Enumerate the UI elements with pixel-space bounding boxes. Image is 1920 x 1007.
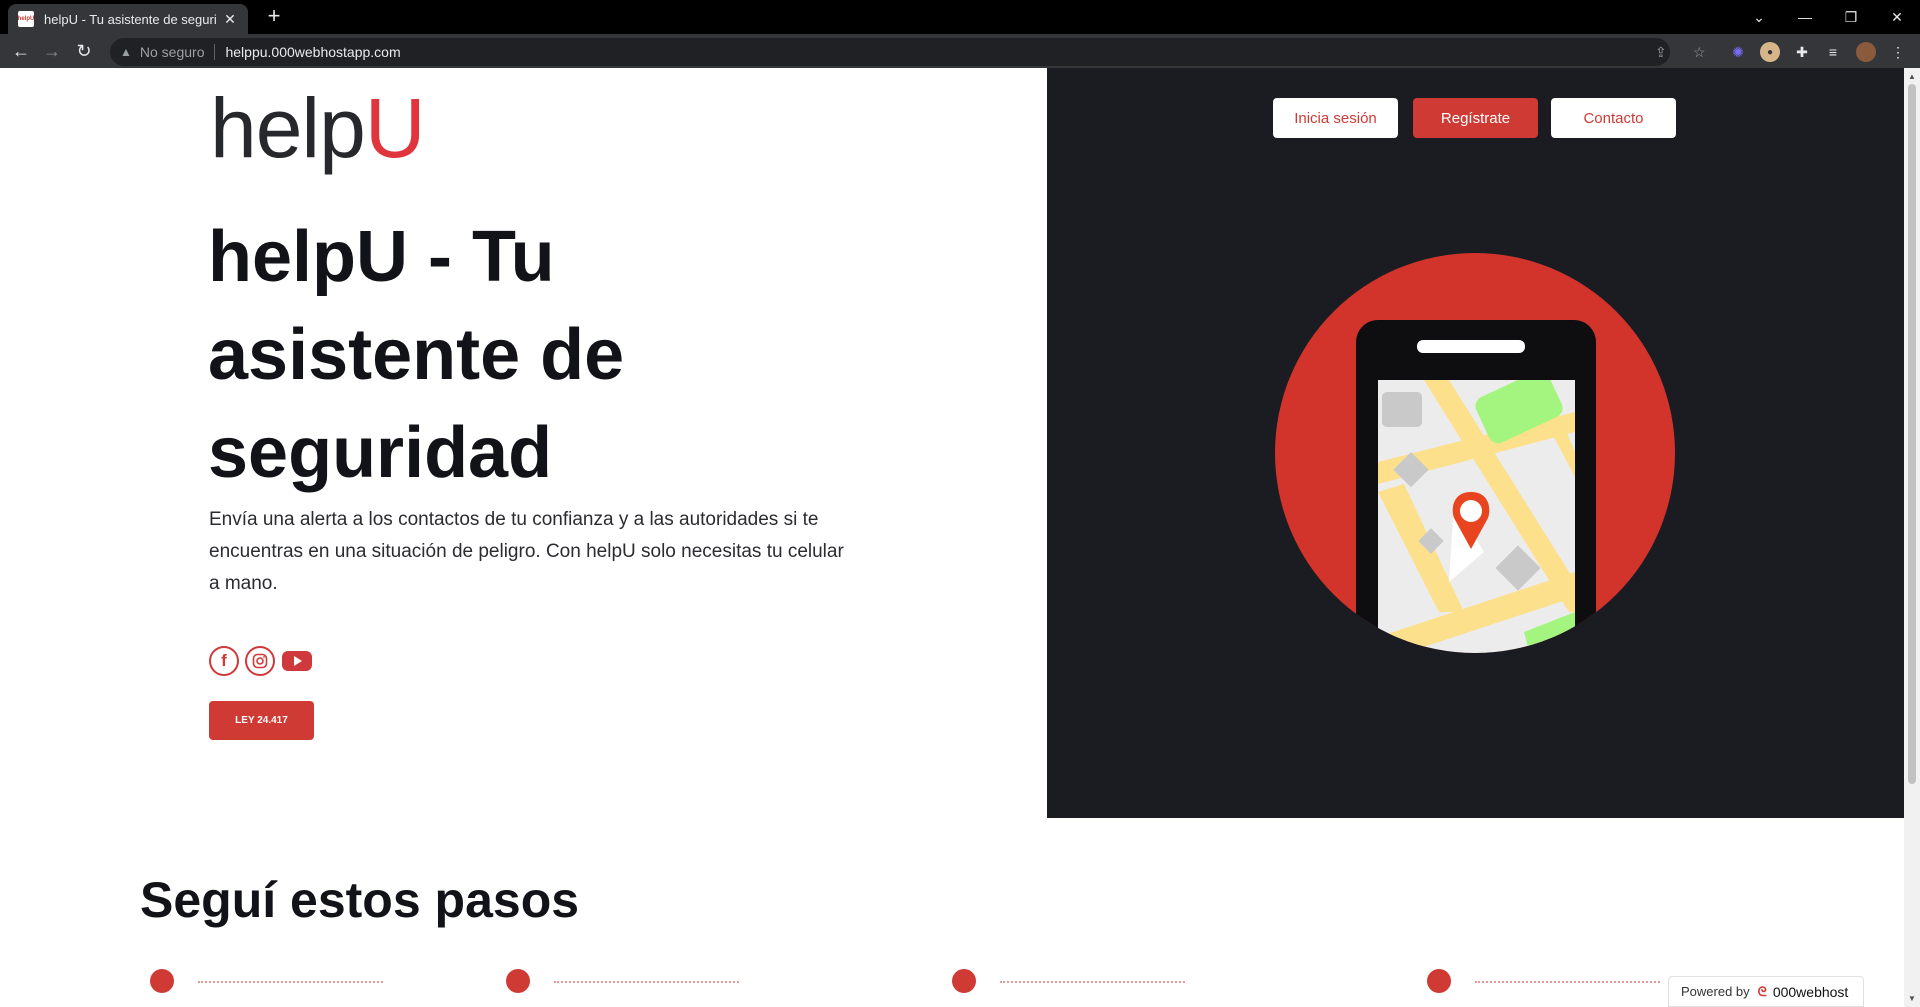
- restore-icon[interactable]: ❐: [1828, 0, 1874, 34]
- url-text: helppu.000webhostapp.com: [225, 44, 401, 60]
- contact-button[interactable]: Contacto: [1551, 98, 1676, 138]
- extensions-puzzle-icon[interactable]: ✚: [1792, 42, 1812, 62]
- ley-24417-button[interactable]: LEY 24.417: [209, 701, 314, 740]
- tab-search-chevron-icon[interactable]: ⌄: [1736, 0, 1782, 34]
- minimize-icon[interactable]: —: [1782, 0, 1828, 34]
- helpu-logo[interactable]: helpU: [210, 78, 426, 178]
- powered-by-badge[interactable]: Powered by ᘓ 000webhost: [1668, 976, 1864, 1007]
- step-4-marker: [1427, 969, 1451, 993]
- omnibox-divider: [214, 44, 216, 60]
- tab-strip: helpU helpU - Tu asistente de seguridad …: [0, 0, 1920, 34]
- tab-close-icon[interactable]: ✕: [222, 11, 238, 28]
- register-button[interactable]: Regístrate: [1413, 98, 1538, 138]
- login-button[interactable]: Inicia sesión: [1273, 98, 1398, 138]
- scrollbar-thumb[interactable]: [1908, 84, 1916, 784]
- warning-icon: ▲: [120, 45, 132, 59]
- scroll-down-icon[interactable]: ▼: [1908, 994, 1916, 1003]
- not-secure-label: No seguro: [139, 44, 205, 60]
- hero-title: helpU - Tu asistente de seguridad: [208, 217, 625, 493]
- extension-avatar-icon[interactable]: ●: [1760, 42, 1780, 62]
- step-2-marker: [506, 969, 530, 993]
- youtube-icon[interactable]: [281, 646, 313, 676]
- extension-gear-icon[interactable]: ✺: [1728, 42, 1748, 62]
- step-1-connector: [198, 981, 383, 983]
- new-tab-icon[interactable]: +: [262, 5, 286, 29]
- reload-icon[interactable]: ↻: [72, 39, 96, 63]
- powered-by-brand: 000webhost: [1772, 983, 1849, 1000]
- facebook-icon[interactable]: f: [209, 646, 239, 676]
- phone-map-illustration: [1275, 253, 1675, 653]
- instagram-icon[interactable]: [245, 646, 275, 676]
- step-3-marker: [952, 969, 976, 993]
- step-4-connector: [1475, 981, 1660, 983]
- 000webhost-logo-icon: ᘓ: [1757, 983, 1767, 999]
- forward-icon[interactable]: →: [40, 39, 64, 63]
- step-3-connector: [1000, 981, 1185, 983]
- close-window-icon[interactable]: ✕: [1874, 0, 1920, 34]
- hero-description: Envía una alerta a los contactos de tu c…: [209, 509, 844, 594]
- step-2-connector: [554, 981, 739, 983]
- browser-tab[interactable]: helpU helpU - Tu asistente de seguridad …: [8, 4, 248, 34]
- share-icon[interactable]: ⇪: [1655, 38, 1667, 66]
- back-icon[interactable]: ←: [9, 39, 33, 63]
- powered-by-label: Powered by: [1681, 984, 1750, 999]
- web-page: helpU helpU - Tu asistente de seguridad …: [0, 68, 1904, 1007]
- site-favicon-icon: helpU: [18, 11, 34, 27]
- hero-dark-panel: Inicia sesión Regístrate Contacto: [1047, 68, 1904, 818]
- steps-title: Seguí estos pasos: [140, 872, 580, 928]
- step-1-marker: [150, 969, 174, 993]
- profile-avatar-icon[interactable]: [1856, 42, 1876, 62]
- social-links: f: [209, 646, 313, 676]
- tab-title: helpU - Tu asistente de seguridad: [44, 11, 216, 27]
- logo-help: help: [210, 81, 366, 175]
- scroll-up-icon[interactable]: ▲: [1908, 72, 1916, 81]
- bookmark-star-icon[interactable]: ☆: [1693, 38, 1706, 66]
- menu-kebab-icon[interactable]: ⋮: [1888, 42, 1908, 62]
- address-bar[interactable]: ▲ No seguro helppu.000webhostapp.com ⇪ ☆: [110, 38, 1706, 66]
- reading-list-icon[interactable]: ≡: [1823, 42, 1843, 62]
- logo-u: U: [364, 81, 426, 175]
- page-scrollbar[interactable]: ▲ ▼: [1904, 68, 1920, 1007]
